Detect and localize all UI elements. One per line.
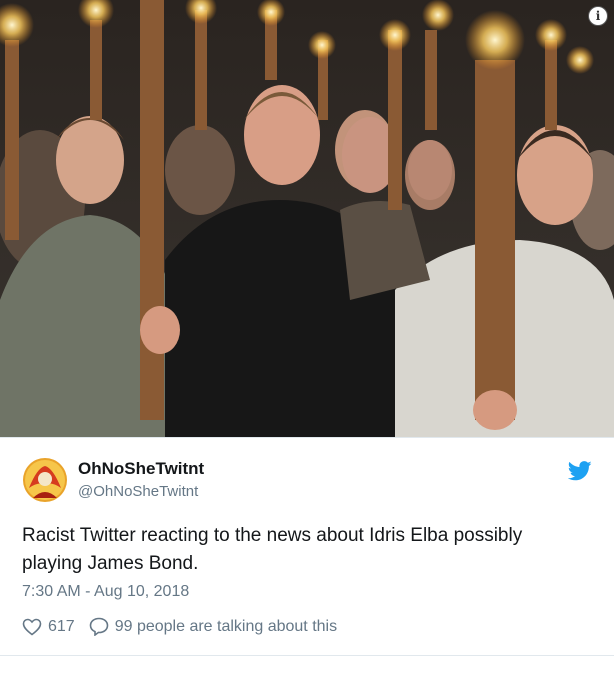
like-button[interactable]: 617 [22,618,75,636]
tweet-actions: 617 99 people are talking about this [22,617,337,636]
tweet-timestamp[interactable]: 7:30 AM - Aug 10, 2018 [22,583,189,601]
replies-button[interactable]: 99 people are talking about this [89,617,337,636]
speech-bubble-icon [89,617,109,636]
replies-label: 99 people are talking about this [114,617,338,635]
divider [0,655,614,656]
heart-icon [22,618,42,636]
display-name[interactable]: OhNoSheTwitnt [78,459,204,479]
like-count: 617 [48,617,75,635]
info-icon: i [595,9,601,23]
avatar[interactable] [23,458,67,502]
tweet-photo[interactable]: i [0,0,614,437]
twitter-bird-icon[interactable] [567,461,592,481]
tweet-text: Racist Twitter reacting to the news abou… [22,525,523,574]
user-handle[interactable]: @OhNoSheTwitnt [78,483,198,500]
torch-rally-photo [0,0,614,437]
info-button[interactable]: i [588,6,608,26]
